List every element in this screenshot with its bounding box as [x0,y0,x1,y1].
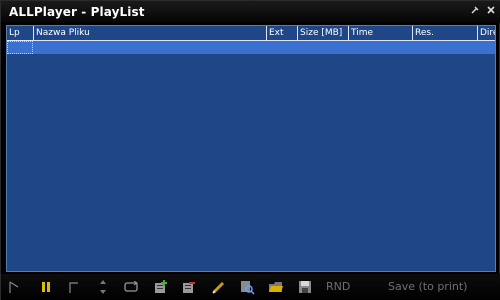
save-icon [299,281,311,293]
close-button[interactable] [485,5,497,17]
pin-icon [471,6,479,14]
minimize-button[interactable] [469,5,481,17]
edit-icon [212,281,225,294]
column-label: Ext [269,28,284,38]
add-files-icon [155,280,167,293]
column-header-ext[interactable]: Ext [267,26,298,40]
play-icon [9,281,19,293]
open-folder-button[interactable] [267,279,285,295]
stop-icon [69,282,78,293]
focused-cell [7,41,33,54]
column-header-name[interactable]: Nazwa Pliku [34,26,267,40]
column-header-size[interactable]: Size [MB] [298,26,349,40]
sort-button[interactable] [96,279,110,295]
save-to-print-button[interactable]: Save (to print) [388,280,467,293]
playlist-table[interactable]: Lp Nazwa Pliku Ext Size [MB] Time Res. D… [6,25,496,272]
save-button[interactable] [297,279,313,295]
pause-button[interactable] [39,279,53,295]
edit-button[interactable] [210,279,228,295]
column-label: Size [MB] [300,28,343,38]
pause-icon [42,282,50,292]
column-label: Dire [480,28,495,38]
close-icon [487,6,495,14]
column-header-time[interactable]: Time [349,26,413,40]
column-label: Nazwa Pliku [36,28,90,38]
search-icon [241,281,255,295]
repeat-icon [124,281,138,292]
open-folder-icon [269,282,283,292]
table-row-selected[interactable] [7,41,495,54]
column-label: Res. [415,28,434,38]
remove-files-button[interactable] [180,279,198,295]
control-bar: RND Save (to print) [1,274,500,300]
repeat-button[interactable] [122,279,140,295]
column-label: Lp [9,28,20,38]
play-button[interactable] [7,279,21,295]
sort-icon [100,280,106,294]
column-header-dir[interactable]: Dire [478,26,495,40]
stop-button[interactable] [67,279,81,295]
column-header-res[interactable]: Res. [413,26,478,40]
random-toggle[interactable]: RND [326,280,350,293]
search-button[interactable] [238,279,256,295]
remove-files-icon [183,282,195,293]
add-files-button[interactable] [152,279,170,295]
column-label: Time [351,28,374,38]
table-header: Lp Nazwa Pliku Ext Size [MB] Time Res. D… [7,26,495,41]
window-title: ALLPlayer - PlayList [9,5,145,19]
playlist-window: ALLPlayer - PlayList Lp Nazwa Pliku Ext … [0,0,500,300]
title-bar[interactable]: ALLPlayer - PlayList [1,1,500,23]
column-header-lp[interactable]: Lp [7,26,34,40]
